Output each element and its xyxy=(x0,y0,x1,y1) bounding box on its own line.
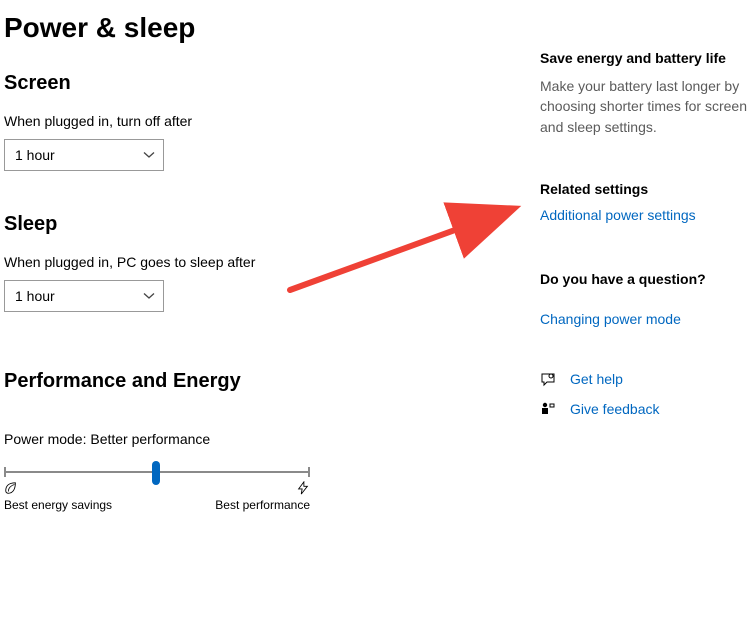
screen-timeout-select[interactable]: 1 hour xyxy=(4,139,164,171)
screen-timeout-value: 1 hour xyxy=(15,147,55,163)
related-settings-heading: Related settings xyxy=(540,181,750,197)
get-help-link[interactable]: Get help xyxy=(570,371,623,387)
screen-section: Screen When plugged in, turn off after 1… xyxy=(4,72,536,171)
sleep-heading: Sleep xyxy=(4,213,536,236)
chevron-down-icon xyxy=(143,149,155,161)
slider-track xyxy=(4,471,310,473)
slider-max-label: Best performance xyxy=(215,481,310,512)
give-feedback-link[interactable]: Give feedback xyxy=(570,401,660,417)
slider-thumb[interactable] xyxy=(152,461,160,485)
feedback-icon xyxy=(540,401,556,417)
sleep-timeout-value: 1 hour xyxy=(15,288,55,304)
question-group: Do you have a question? Changing power m… xyxy=(540,271,750,327)
leaf-icon xyxy=(4,481,18,495)
power-mode-slider[interactable] xyxy=(4,463,310,473)
additional-power-settings-link[interactable]: Additional power settings xyxy=(540,207,696,223)
slider-min-label: Best energy savings xyxy=(4,481,112,512)
screen-heading: Screen xyxy=(4,72,536,95)
support-links: Get help Give feedback xyxy=(540,371,750,417)
sleep-timeout-label: When plugged in, PC goes to sleep after xyxy=(4,254,536,270)
screen-timeout-label: When plugged in, turn off after xyxy=(4,113,536,129)
performance-section: Performance and Energy Power mode: Bette… xyxy=(4,370,536,512)
question-heading: Do you have a question? xyxy=(540,271,750,287)
chevron-down-icon xyxy=(143,290,155,302)
page-title: Power & sleep xyxy=(4,12,536,44)
save-energy-group: Save energy and battery life Make your b… xyxy=(540,50,750,137)
changing-power-mode-link[interactable]: Changing power mode xyxy=(540,311,681,327)
save-energy-heading: Save energy and battery life xyxy=(540,50,750,66)
bolt-icon xyxy=(296,481,310,495)
sleep-section: Sleep When plugged in, PC goes to sleep … xyxy=(4,213,536,312)
performance-heading: Performance and Energy xyxy=(4,370,536,393)
chat-icon xyxy=(540,371,556,387)
save-energy-desc: Make your battery last longer by choosin… xyxy=(540,76,750,137)
power-mode-label: Power mode: Better performance xyxy=(4,431,536,447)
related-settings-group: Related settings Additional power settin… xyxy=(540,181,750,223)
sleep-timeout-select[interactable]: 1 hour xyxy=(4,280,164,312)
